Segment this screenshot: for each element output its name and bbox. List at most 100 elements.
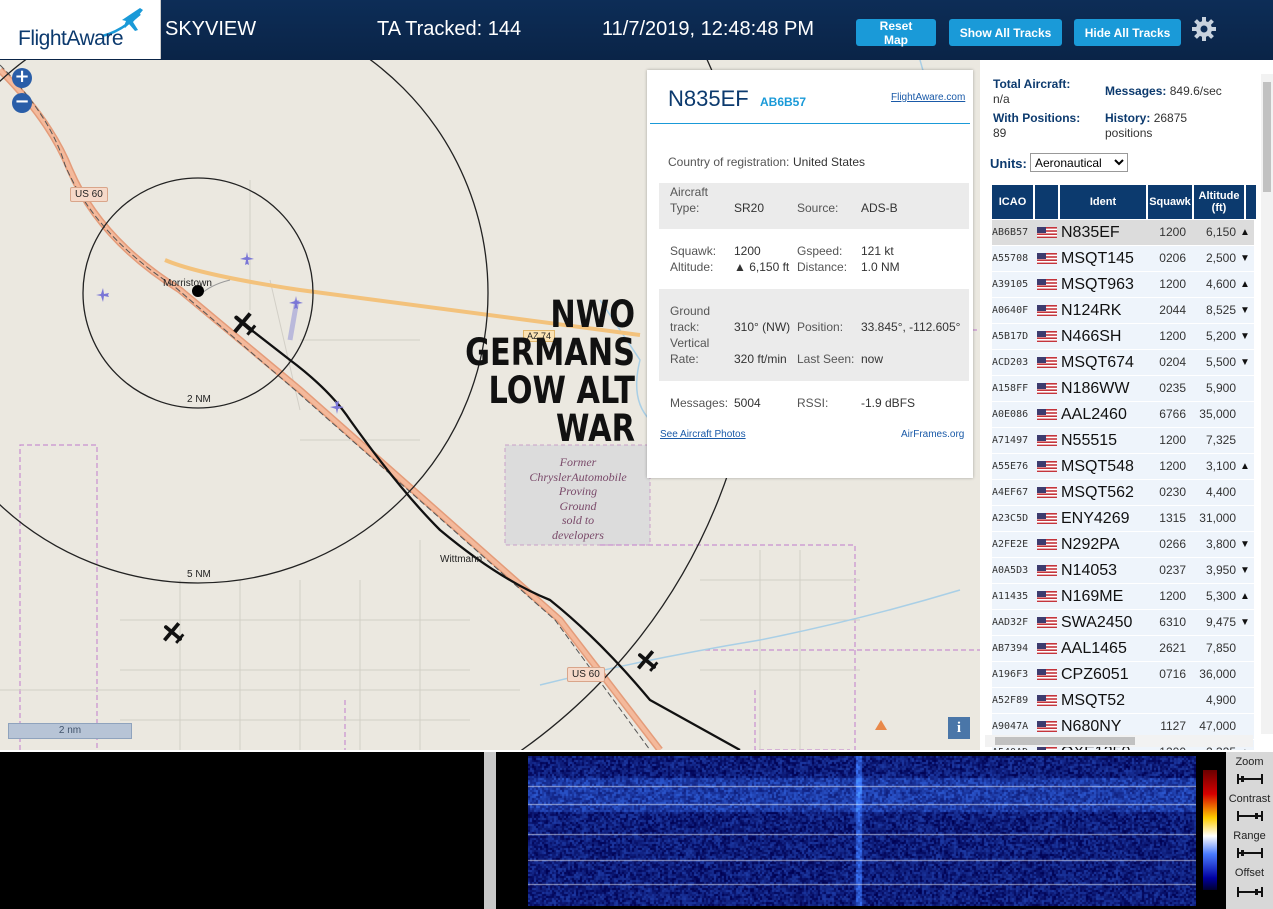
aircraft-photos-link[interactable]: See Aircraft Photos xyxy=(660,429,746,440)
row-ident: N292PA xyxy=(1061,536,1120,553)
row-altitude: 4,600 xyxy=(1205,277,1236,291)
column-flag[interactable] xyxy=(1035,185,1060,219)
row-altitude: 5,300 xyxy=(1205,589,1236,603)
column-squawk[interactable]: Squawk xyxy=(1148,185,1194,219)
airframes-link[interactable]: AirFrames.org xyxy=(901,429,964,440)
top-bar: FlightAware SKYVIEW TA Tracked: 144 11/7… xyxy=(0,0,1273,60)
column-altitude[interactable]: Altitude (ft) xyxy=(1194,185,1246,219)
road-shield: US 60 xyxy=(567,667,605,682)
show-all-tracks-button[interactable]: Show All Tracks xyxy=(949,19,1062,46)
aircraft-icon[interactable] xyxy=(634,648,660,674)
waterfall-canvas[interactable] xyxy=(528,756,1196,906)
zoom-out-button[interactable]: − xyxy=(12,93,32,113)
hide-all-tracks-button[interactable]: Hide All Tracks xyxy=(1074,19,1181,46)
table-row[interactable]: A39105 MSQT963 1200 4,600 ▲ xyxy=(992,272,1254,298)
color-scale-bar xyxy=(1203,770,1217,890)
flightaware-link[interactable]: FlightAware.com xyxy=(891,92,965,103)
row-icao: A71497 xyxy=(992,435,1029,446)
waterfall-divider[interactable] xyxy=(484,752,496,909)
table-row[interactable]: A158FF N186WW 0235 5,900 xyxy=(992,376,1254,402)
table-row[interactable]: A0A5D3 N14053 0237 3,950 ▼ xyxy=(992,558,1254,584)
aircraft-icon[interactable] xyxy=(160,620,186,646)
table-row[interactable]: A5B17D N466SH 1200 5,200 ▼ xyxy=(992,324,1254,350)
zoom-in-button[interactable]: + xyxy=(12,68,32,88)
aircraft-table-body: AB6B57 N835EF 1200 6,150 ▲ A55708 MSQT145 0206 2… xyxy=(992,220,1254,750)
us-flag-icon xyxy=(1037,487,1057,498)
range-slider[interactable] xyxy=(1237,848,1263,858)
table-row[interactable]: A4EF67 MSQT562 0230 4,400 xyxy=(992,480,1254,506)
squawk-value: 1200 xyxy=(734,244,761,258)
units-select[interactable]: Aeronautical xyxy=(1030,153,1128,172)
vertical-label: Vertical xyxy=(670,336,710,350)
range-ring-label: 2 NM xyxy=(187,394,211,405)
contrast-label: Contrast xyxy=(1228,793,1271,805)
track-value: 310° (NW) xyxy=(734,320,791,334)
aircraft-icon[interactable] xyxy=(330,400,344,414)
row-squawk: 1200 xyxy=(1159,225,1186,239)
scrollbar-thumb[interactable] xyxy=(995,737,1135,745)
overlay-line: NWO GERMANS xyxy=(465,293,635,374)
row-icao: A5B17D xyxy=(992,331,1029,342)
table-row[interactable]: A55708 MSQT145 0206 2,500 ▼ xyxy=(992,246,1254,272)
row-vertical-trend xyxy=(1240,636,1250,661)
total-aircraft-value: n/a xyxy=(993,92,1010,106)
info-button[interactable]: i xyxy=(948,717,970,739)
table-row[interactable]: A2FE2E N292PA 0266 3,800 ▼ xyxy=(992,532,1254,558)
selected-aircraft-icon[interactable] xyxy=(230,310,258,338)
row-icao: A4EF67 xyxy=(992,487,1029,498)
us-flag-icon xyxy=(1037,695,1057,706)
zoom-slider[interactable] xyxy=(1237,774,1263,784)
flightaware-logo[interactable]: FlightAware xyxy=(0,0,161,59)
horizontal-scrollbar[interactable] xyxy=(985,735,1253,747)
table-row[interactable]: AAD32F SWA2450 6310 9,475 ▼ xyxy=(992,610,1254,636)
row-vertical-trend xyxy=(1240,506,1250,531)
table-row[interactable]: AB6B57 N835EF 1200 6,150 ▲ xyxy=(992,220,1254,246)
scrollbar-thumb[interactable] xyxy=(1263,82,1271,192)
spectrum-waterfall: Zoom Contrast Range Offset xyxy=(0,752,1273,909)
row-squawk: 0206 xyxy=(1159,251,1186,265)
table-row[interactable]: ACD203 MSQT674 0204 5,500 ▼ xyxy=(992,350,1254,376)
table-row[interactable]: A23C5D ENY4269 1315 31,000 xyxy=(992,506,1254,532)
gspeed-label: Gspeed: xyxy=(797,244,843,258)
table-row[interactable]: A52F89 MSQT52 4,900 xyxy=(992,688,1254,714)
table-row[interactable]: A11435 N169ME 1200 5,300 ▲ xyxy=(992,584,1254,610)
gear-icon[interactable] xyxy=(1190,15,1218,43)
aircraft-icon[interactable] xyxy=(289,296,303,310)
ground-label: Ground xyxy=(670,304,711,318)
aircraft-icon[interactable] xyxy=(240,252,254,266)
row-vertical-trend: ▼ xyxy=(1240,253,1250,264)
app-name: SKYVIEW xyxy=(165,18,257,40)
us-flag-icon xyxy=(1037,669,1057,680)
column-ident[interactable]: Ident xyxy=(1060,185,1148,219)
row-altitude: 3,950 xyxy=(1205,563,1236,577)
reset-map-button[interactable]: Reset Map xyxy=(856,19,936,47)
column-extra[interactable] xyxy=(1246,185,1256,219)
type-label: Type: xyxy=(670,201,700,215)
vertical-scrollbar[interactable] xyxy=(1261,74,1273,734)
row-altitude: 3,800 xyxy=(1205,537,1236,551)
contrast-slider[interactable] xyxy=(1237,811,1263,821)
table-row[interactable]: A71497 N55515 1200 7,325 xyxy=(992,428,1254,454)
row-altitude: 5,900 xyxy=(1205,381,1236,395)
row-ident: SWA2450 xyxy=(1061,614,1133,631)
label-line: Former xyxy=(559,455,597,469)
row-vertical-trend xyxy=(1240,480,1250,505)
town-label: Morristown xyxy=(163,278,212,289)
messages-value: 5004 xyxy=(734,396,761,410)
proving-ground-label: Former ChryslerAutomobile Proving Ground… xyxy=(503,455,653,542)
messages-label: Messages: xyxy=(1105,84,1167,98)
squawk-label: Squawk: xyxy=(670,244,717,258)
row-icao: A23C5D xyxy=(992,513,1029,524)
row-ident: AAL1465 xyxy=(1061,640,1127,657)
aircraft-icon[interactable] xyxy=(96,288,110,302)
aircraft-list-panel: Total Aircraft: n/a Messages: 849.6/sec … xyxy=(980,60,1273,750)
table-row[interactable]: A0640F N124RK 2044 8,525 ▼ xyxy=(992,298,1254,324)
table-row[interactable]: AB7394 AAL1465 2621 7,850 xyxy=(992,636,1254,662)
country-label: Country of registration: xyxy=(668,155,790,169)
table-row[interactable]: A55E76 MSQT548 1200 3,100 ▲ xyxy=(992,454,1254,480)
rssi-label: RSSI: xyxy=(797,396,829,410)
column-icao[interactable]: ICAO xyxy=(992,185,1035,219)
offset-slider[interactable] xyxy=(1237,887,1263,897)
table-row[interactable]: A196F3 CPZ6051 0716 36,000 xyxy=(992,662,1254,688)
table-row[interactable]: A0E086 AAL2460 6766 35,000 xyxy=(992,402,1254,428)
